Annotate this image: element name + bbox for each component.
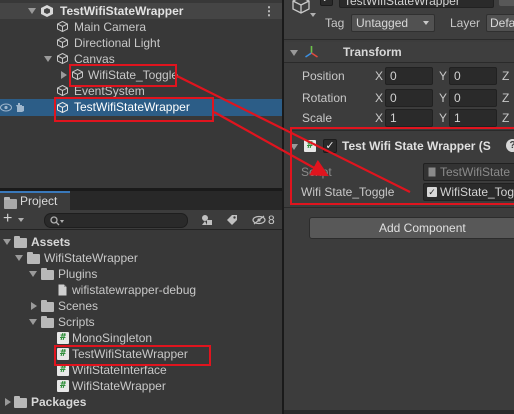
- annotation-arrow-toggle-to-field: [176, 75, 411, 193]
- annotation-arrows: [176, 75, 411, 193]
